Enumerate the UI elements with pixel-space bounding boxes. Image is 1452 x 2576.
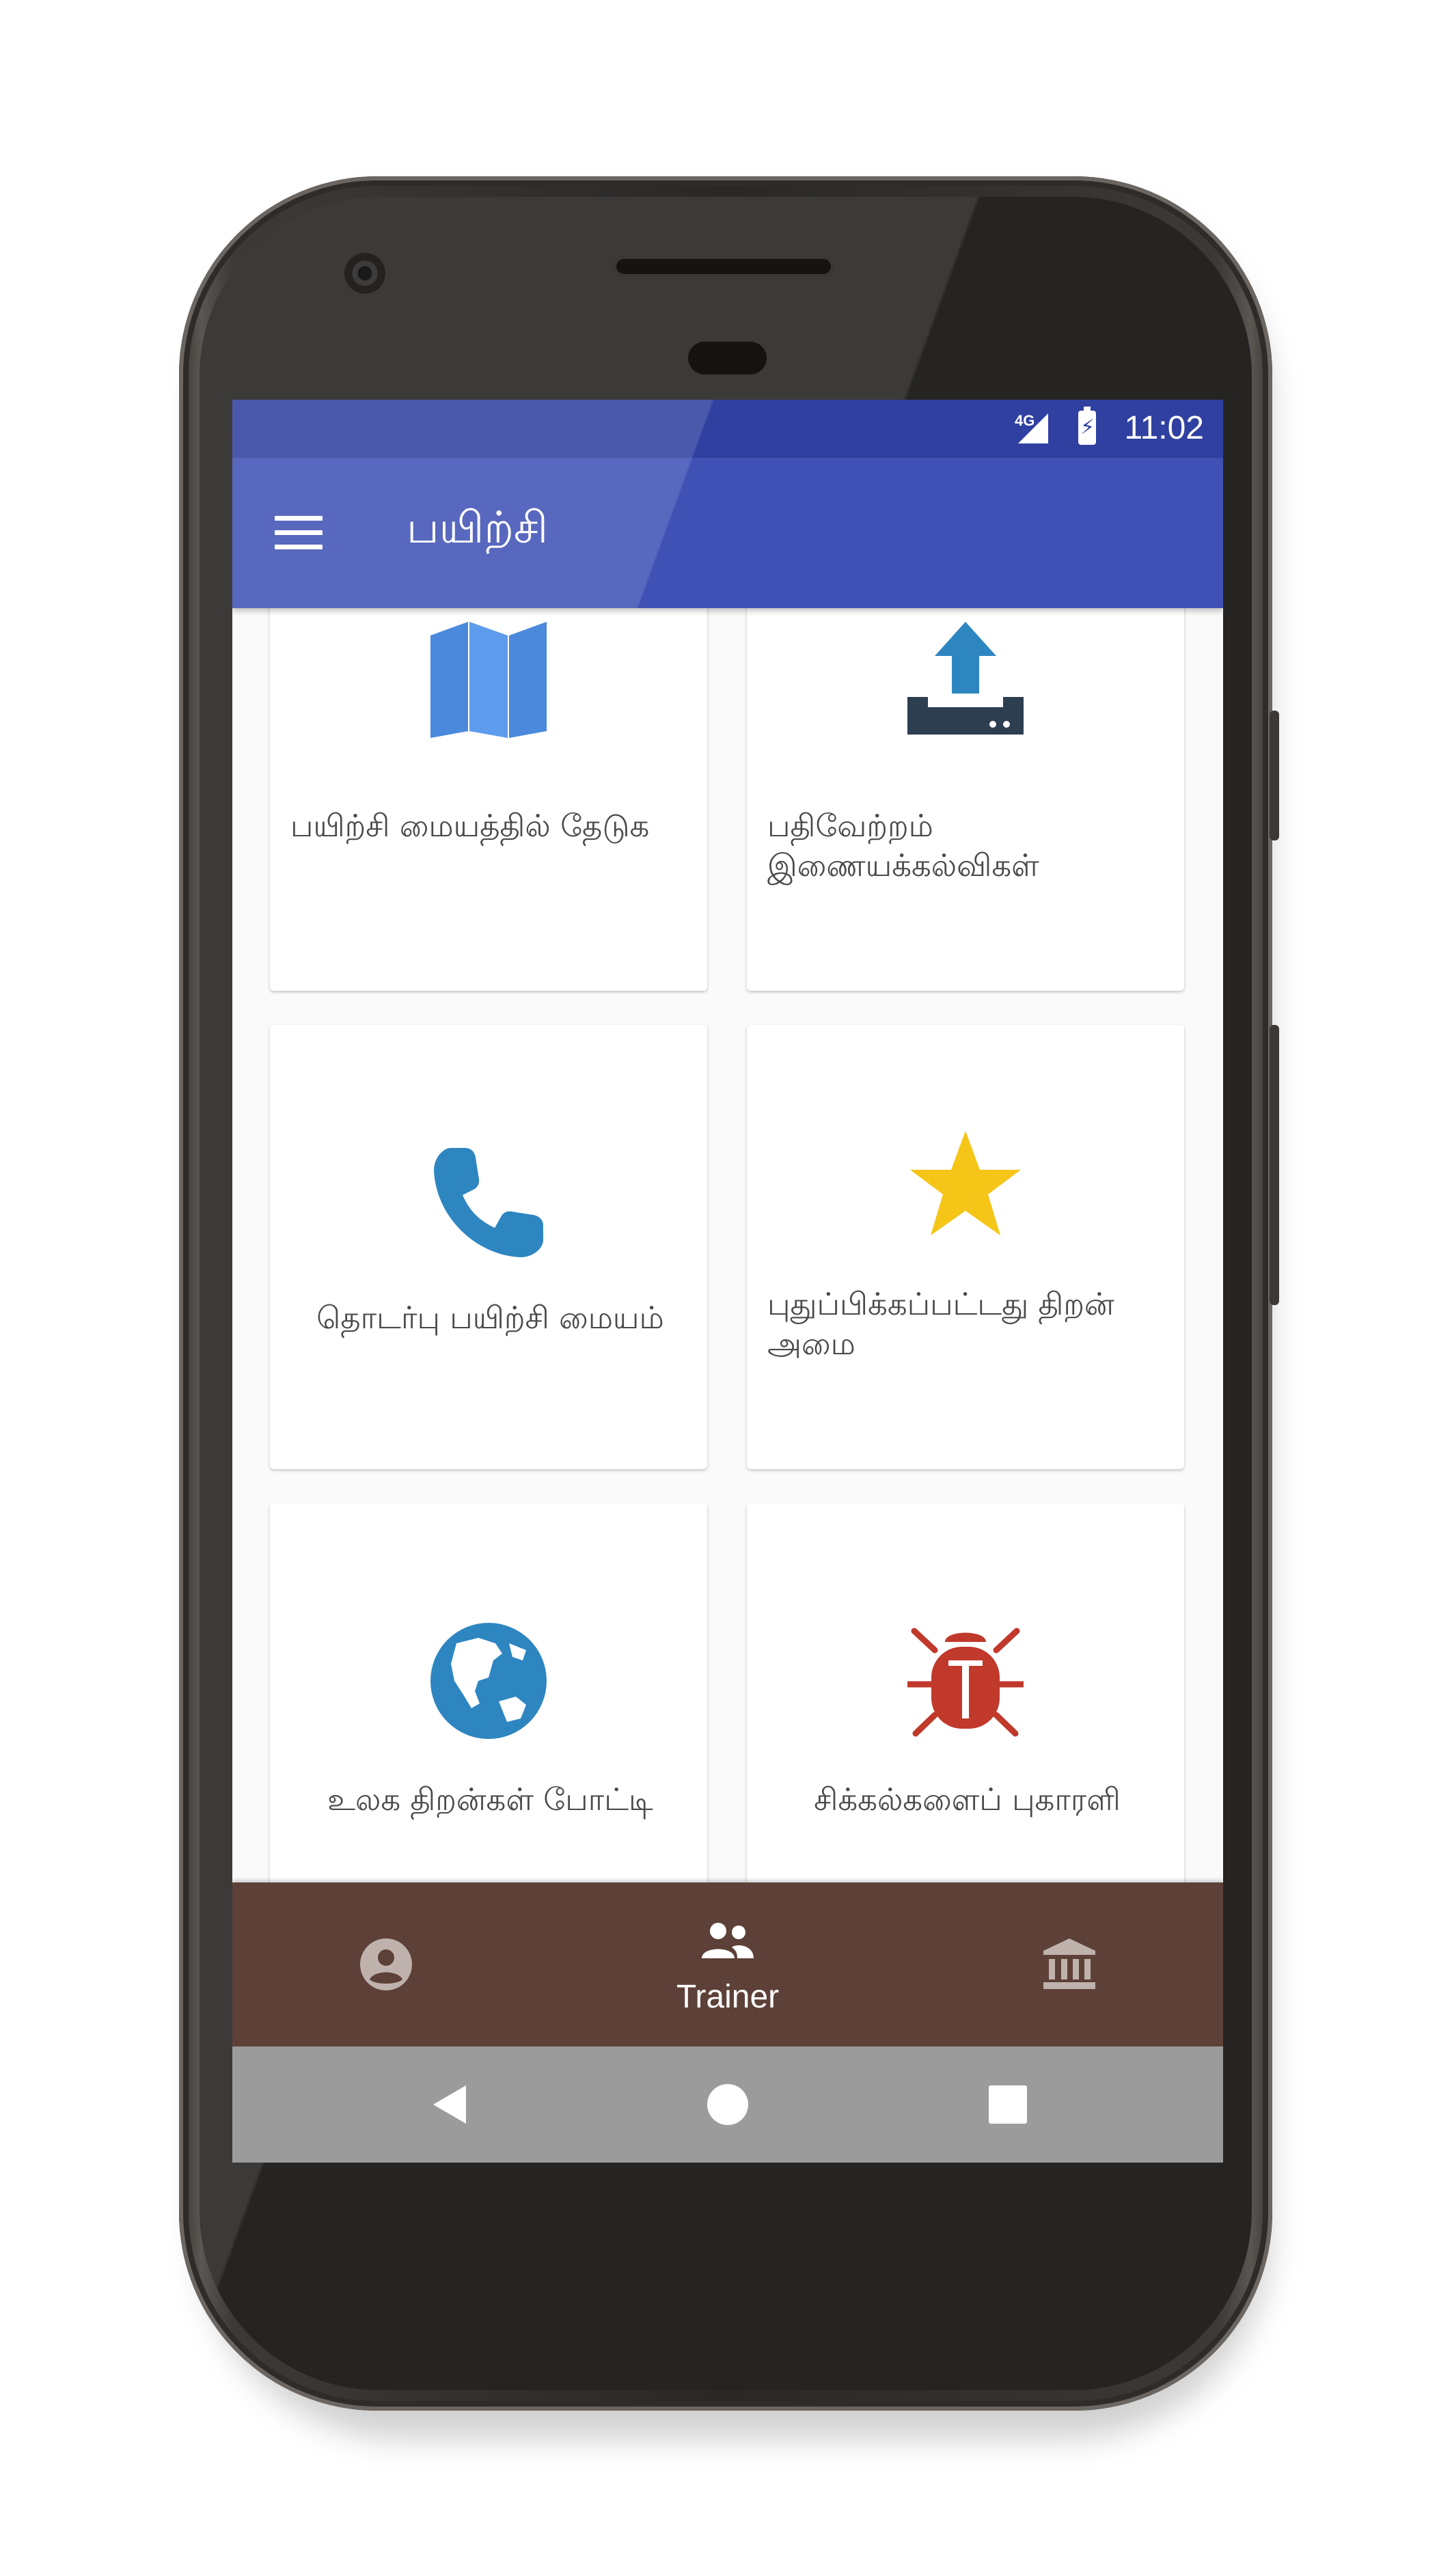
- account-circle-icon: [360, 1938, 412, 1990]
- card-label: உலக திறன்கள் போட்டி: [327, 1781, 653, 1818]
- nav-label-trainer: Trainer: [676, 1979, 780, 2015]
- bug-icon: [907, 1628, 1024, 1737]
- hamburger-menu-icon[interactable]: [275, 516, 323, 550]
- nav-item-profile[interactable]: [284, 1882, 489, 2046]
- signal-icon: [1018, 413, 1048, 443]
- status-time: 11:02: [1124, 410, 1204, 446]
- front-camera: [344, 253, 385, 294]
- card-label: தொடர்பு பயிற்சி மையம்: [316, 1300, 664, 1336]
- bottom-navigation: Trainer: [232, 1882, 1223, 2046]
- phone-icon: [434, 1148, 543, 1257]
- card-upload-courses[interactable]: பதிவேற்றம் இணையக்கல்விகள்: [747, 608, 1184, 991]
- proximity-sensor: [688, 342, 767, 374]
- card-report-issues[interactable]: சிக்கல்களைப் புகாரளி: [747, 1503, 1184, 1947]
- battery-icon: ⚡: [1078, 407, 1096, 445]
- page-title: பயிற்சி: [407, 503, 548, 553]
- card-label: பதிவேற்றம் இணையக்கல்விகள்: [767, 808, 1039, 883]
- system-navigation-bar: [232, 2046, 1223, 2163]
- feature-grid: பயிற்சி மையத்தில் தேடுக பதிவேற்றம் இணையக…: [232, 608, 1223, 1964]
- star-icon: [910, 1131, 1021, 1235]
- globe-icon: [430, 1623, 547, 1739]
- home-icon[interactable]: [706, 2083, 750, 2126]
- screen: 4G ⚡ 11:02 பயிற்சி பயிற்சி மையத்தில் தேட…: [232, 400, 1223, 2163]
- card-search-training-center[interactable]: பயிற்சி மையத்தில் தேடுக: [270, 608, 707, 991]
- nav-item-trainer[interactable]: Trainer: [625, 1882, 830, 2046]
- power-button: [1270, 711, 1279, 840]
- volume-button: [1270, 1025, 1279, 1305]
- card-contact-training-center[interactable]: தொடர்பு பயிற்சி மையம்: [270, 1025, 707, 1469]
- card-label: புதுப்பிக்கப்பட்டது திறன் அமை: [767, 1286, 1114, 1362]
- upload-tray-icon: [907, 622, 1024, 735]
- back-icon[interactable]: [430, 2084, 471, 2125]
- bank-icon: [1043, 1938, 1095, 1989]
- app-bar: பயிற்சி: [232, 458, 1223, 608]
- card-updated-skill-set[interactable]: புதுப்பிக்கப்பட்டது திறன் அமை: [747, 1025, 1184, 1469]
- card-label: சிக்கல்களைப் புகாரளி: [814, 1781, 1121, 1818]
- earpiece-speaker: [614, 256, 834, 277]
- map-icon: [430, 622, 547, 738]
- card-label: பயிற்சி மையத்தில் தேடுக: [290, 808, 650, 844]
- recents-icon[interactable]: [987, 2084, 1028, 2125]
- nav-item-institution[interactable]: [967, 1882, 1172, 2046]
- status-bar: 4G ⚡ 11:02: [232, 400, 1223, 458]
- people-icon: [702, 1923, 754, 1958]
- card-world-skills-competition[interactable]: உலக திறன்கள் போட்டி: [270, 1503, 707, 1947]
